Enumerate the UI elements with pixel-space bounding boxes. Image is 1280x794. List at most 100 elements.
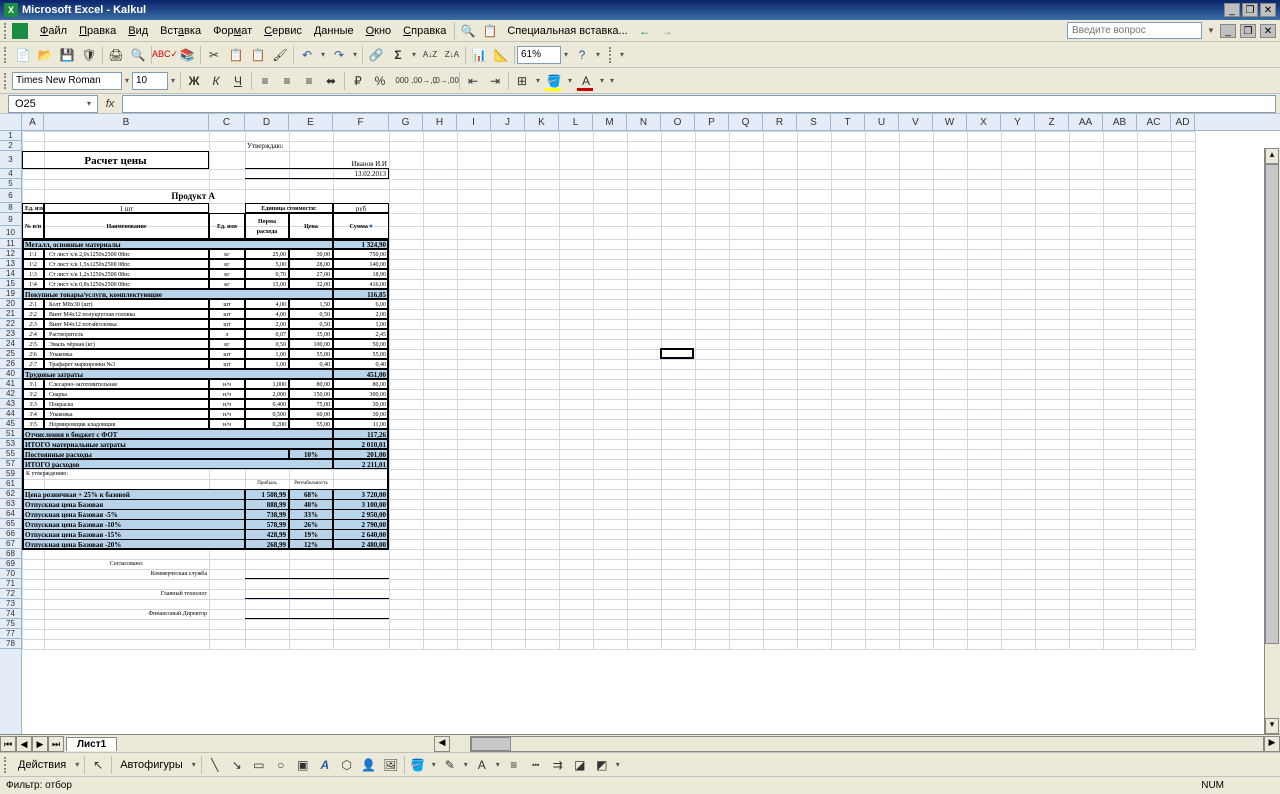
sheet-tab-1[interactable]: Лист1 [66, 737, 117, 751]
scroll-down-button[interactable]: ▾ [1265, 718, 1279, 734]
menu-view[interactable]: Вид [122, 23, 154, 39]
tab-first-button[interactable]: ⏮ [0, 736, 16, 752]
close-button[interactable]: ✕ [1260, 3, 1276, 17]
fx-icon[interactable]: fx [98, 98, 122, 110]
redo-icon[interactable]: ↷ [328, 44, 350, 66]
font-color-icon[interactable]: A [575, 70, 597, 92]
percent-icon[interactable]: % [369, 70, 391, 92]
arrow-left-icon[interactable]: ← [634, 20, 656, 42]
formula-input[interactable] [122, 95, 1276, 113]
align-center-icon[interactable]: ≡ [276, 70, 298, 92]
autosum-dropdown[interactable]: ▾ [409, 50, 419, 59]
undo-dropdown[interactable]: ▾ [318, 50, 328, 59]
tab-last-button[interactable]: ⏭ [48, 736, 64, 752]
3d-icon[interactable]: ◩ [591, 754, 613, 776]
preview-icon[interactable]: 🔍 [127, 44, 149, 66]
merge-center-icon[interactable]: ⬌ [320, 70, 342, 92]
autoshapes-menu[interactable]: Автофигуры [114, 757, 189, 773]
spreadsheet-grid[interactable]: ABCDEFGHIJKLMNOPQRSTUVWXYZAAABACAD 12345… [0, 114, 1280, 734]
paste-special-icon[interactable]: 📋 [479, 20, 501, 42]
toolbar-handle[interactable] [4, 757, 8, 773]
hscroll-thumb[interactable] [471, 737, 511, 751]
doc-restore-button[interactable]: ❐ [1240, 24, 1256, 38]
tab-next-button[interactable]: ▶ [32, 736, 48, 752]
select-objects-icon[interactable]: ↖ [87, 754, 109, 776]
toolbar-handle[interactable] [609, 47, 613, 63]
zoom-select[interactable] [517, 46, 561, 64]
drawing-icon[interactable]: 📐 [490, 44, 512, 66]
menu-paste-special[interactable]: Специальная вставка... [501, 23, 633, 39]
menu-help[interactable]: Справка [397, 23, 452, 39]
find-icon[interactable]: 🔍 [457, 20, 479, 42]
shadow-icon[interactable]: ◪ [569, 754, 591, 776]
align-left-icon[interactable]: ≡ [254, 70, 276, 92]
undo-icon[interactable]: ↶ [296, 44, 318, 66]
clipart-icon[interactable]: 👤 [358, 754, 380, 776]
font-color-dropdown[interactable]: ▾ [597, 76, 607, 85]
textbox-icon[interactable]: ▣ [292, 754, 314, 776]
zoom-dropdown[interactable]: ▾ [561, 50, 571, 59]
borders-icon[interactable]: ⊞ [511, 70, 533, 92]
size-dropdown[interactable]: ▾ [168, 76, 178, 85]
decrease-decimal-icon[interactable]: ,0→,00 [435, 70, 457, 92]
align-right-icon[interactable]: ≡ [298, 70, 320, 92]
horizontal-scrollbar[interactable] [470, 736, 1264, 752]
help-search-input[interactable] [1067, 22, 1202, 39]
toolbar-options[interactable]: ▾ [593, 50, 603, 59]
currency-icon[interactable]: ₽ [347, 70, 369, 92]
tab-prev-button[interactable]: ◀ [16, 736, 32, 752]
sort-desc-icon[interactable]: Z↓A [441, 44, 463, 66]
minimize-button[interactable]: _ [1224, 3, 1240, 17]
print-icon[interactable]: 🖨 [105, 44, 127, 66]
doc-minimize-button[interactable]: _ [1220, 24, 1236, 38]
draw-actions-menu[interactable]: Действия [12, 757, 72, 773]
format-painter-icon[interactable]: 🖌 [269, 44, 291, 66]
borders-dropdown[interactable]: ▾ [533, 76, 543, 85]
hscroll-right-button[interactable]: ▶ [1264, 736, 1280, 752]
menu-window[interactable]: Окно [360, 23, 398, 39]
decrease-indent-icon[interactable]: ⇤ [462, 70, 484, 92]
scroll-up-button[interactable]: ▴ [1265, 148, 1279, 164]
cut-icon[interactable]: ✂ [203, 44, 225, 66]
menu-tools[interactable]: Сервис [258, 23, 308, 39]
menu-data[interactable]: Данные [308, 23, 360, 39]
arrow-shape-icon[interactable]: ↘ [226, 754, 248, 776]
rectangle-icon[interactable]: ▭ [248, 754, 270, 776]
menu-file[interactable]: Файл [34, 23, 73, 39]
sort-asc-icon[interactable]: A↓Z [419, 44, 441, 66]
select-all-corner[interactable] [0, 114, 22, 131]
diagram-icon[interactable]: ⬡ [336, 754, 358, 776]
vscroll-thumb[interactable] [1265, 164, 1279, 644]
toolbar-options-2[interactable]: ▾ [617, 50, 627, 59]
line-color-icon[interactable]: ✎ [439, 754, 461, 776]
hyperlink-icon[interactable]: 🔗 [365, 44, 387, 66]
line-icon[interactable]: ╲ [204, 754, 226, 776]
bold-icon[interactable]: Ж [183, 70, 205, 92]
size-select[interactable] [132, 72, 168, 90]
arrow-style-icon[interactable]: ⇉ [547, 754, 569, 776]
font-color-draw-icon[interactable]: A [471, 754, 493, 776]
arrow-right-icon[interactable]: → [656, 20, 678, 42]
dash-style-icon[interactable]: ┅ [525, 754, 547, 776]
fill-color-icon[interactable]: 🪣 [543, 70, 565, 92]
paste-icon[interactable]: 📋 [247, 44, 269, 66]
autosum-icon[interactable]: Σ [387, 44, 409, 66]
fill-dropdown[interactable]: ▾ [565, 76, 575, 85]
italic-icon[interactable]: К [205, 70, 227, 92]
toolbar-handle[interactable] [4, 47, 8, 63]
menu-format[interactable]: Формат [207, 23, 258, 39]
help-dropdown-icon[interactable]: ▼ [1206, 26, 1216, 35]
row-headers[interactable]: 1234568910111213141519202122232425264041… [0, 131, 22, 734]
copy-icon[interactable]: 📋 [225, 44, 247, 66]
open-icon[interactable]: 📂 [34, 44, 56, 66]
toolbar-handle[interactable] [4, 73, 8, 89]
wordart-icon[interactable]: A [314, 754, 336, 776]
column-headers[interactable]: ABCDEFGHIJKLMNOPQRSTUVWXYZAAABACAD [22, 114, 1280, 131]
picture-icon[interactable]: 🖼 [380, 754, 402, 776]
doc-close-button[interactable]: ✕ [1260, 24, 1276, 38]
hscroll-left-button[interactable]: ◀ [434, 736, 450, 752]
name-box[interactable]: O25▾ [8, 95, 98, 113]
line-style-icon[interactable]: ≡ [503, 754, 525, 776]
toolbar-handle[interactable] [4, 23, 8, 39]
app-icon[interactable] [12, 23, 28, 39]
